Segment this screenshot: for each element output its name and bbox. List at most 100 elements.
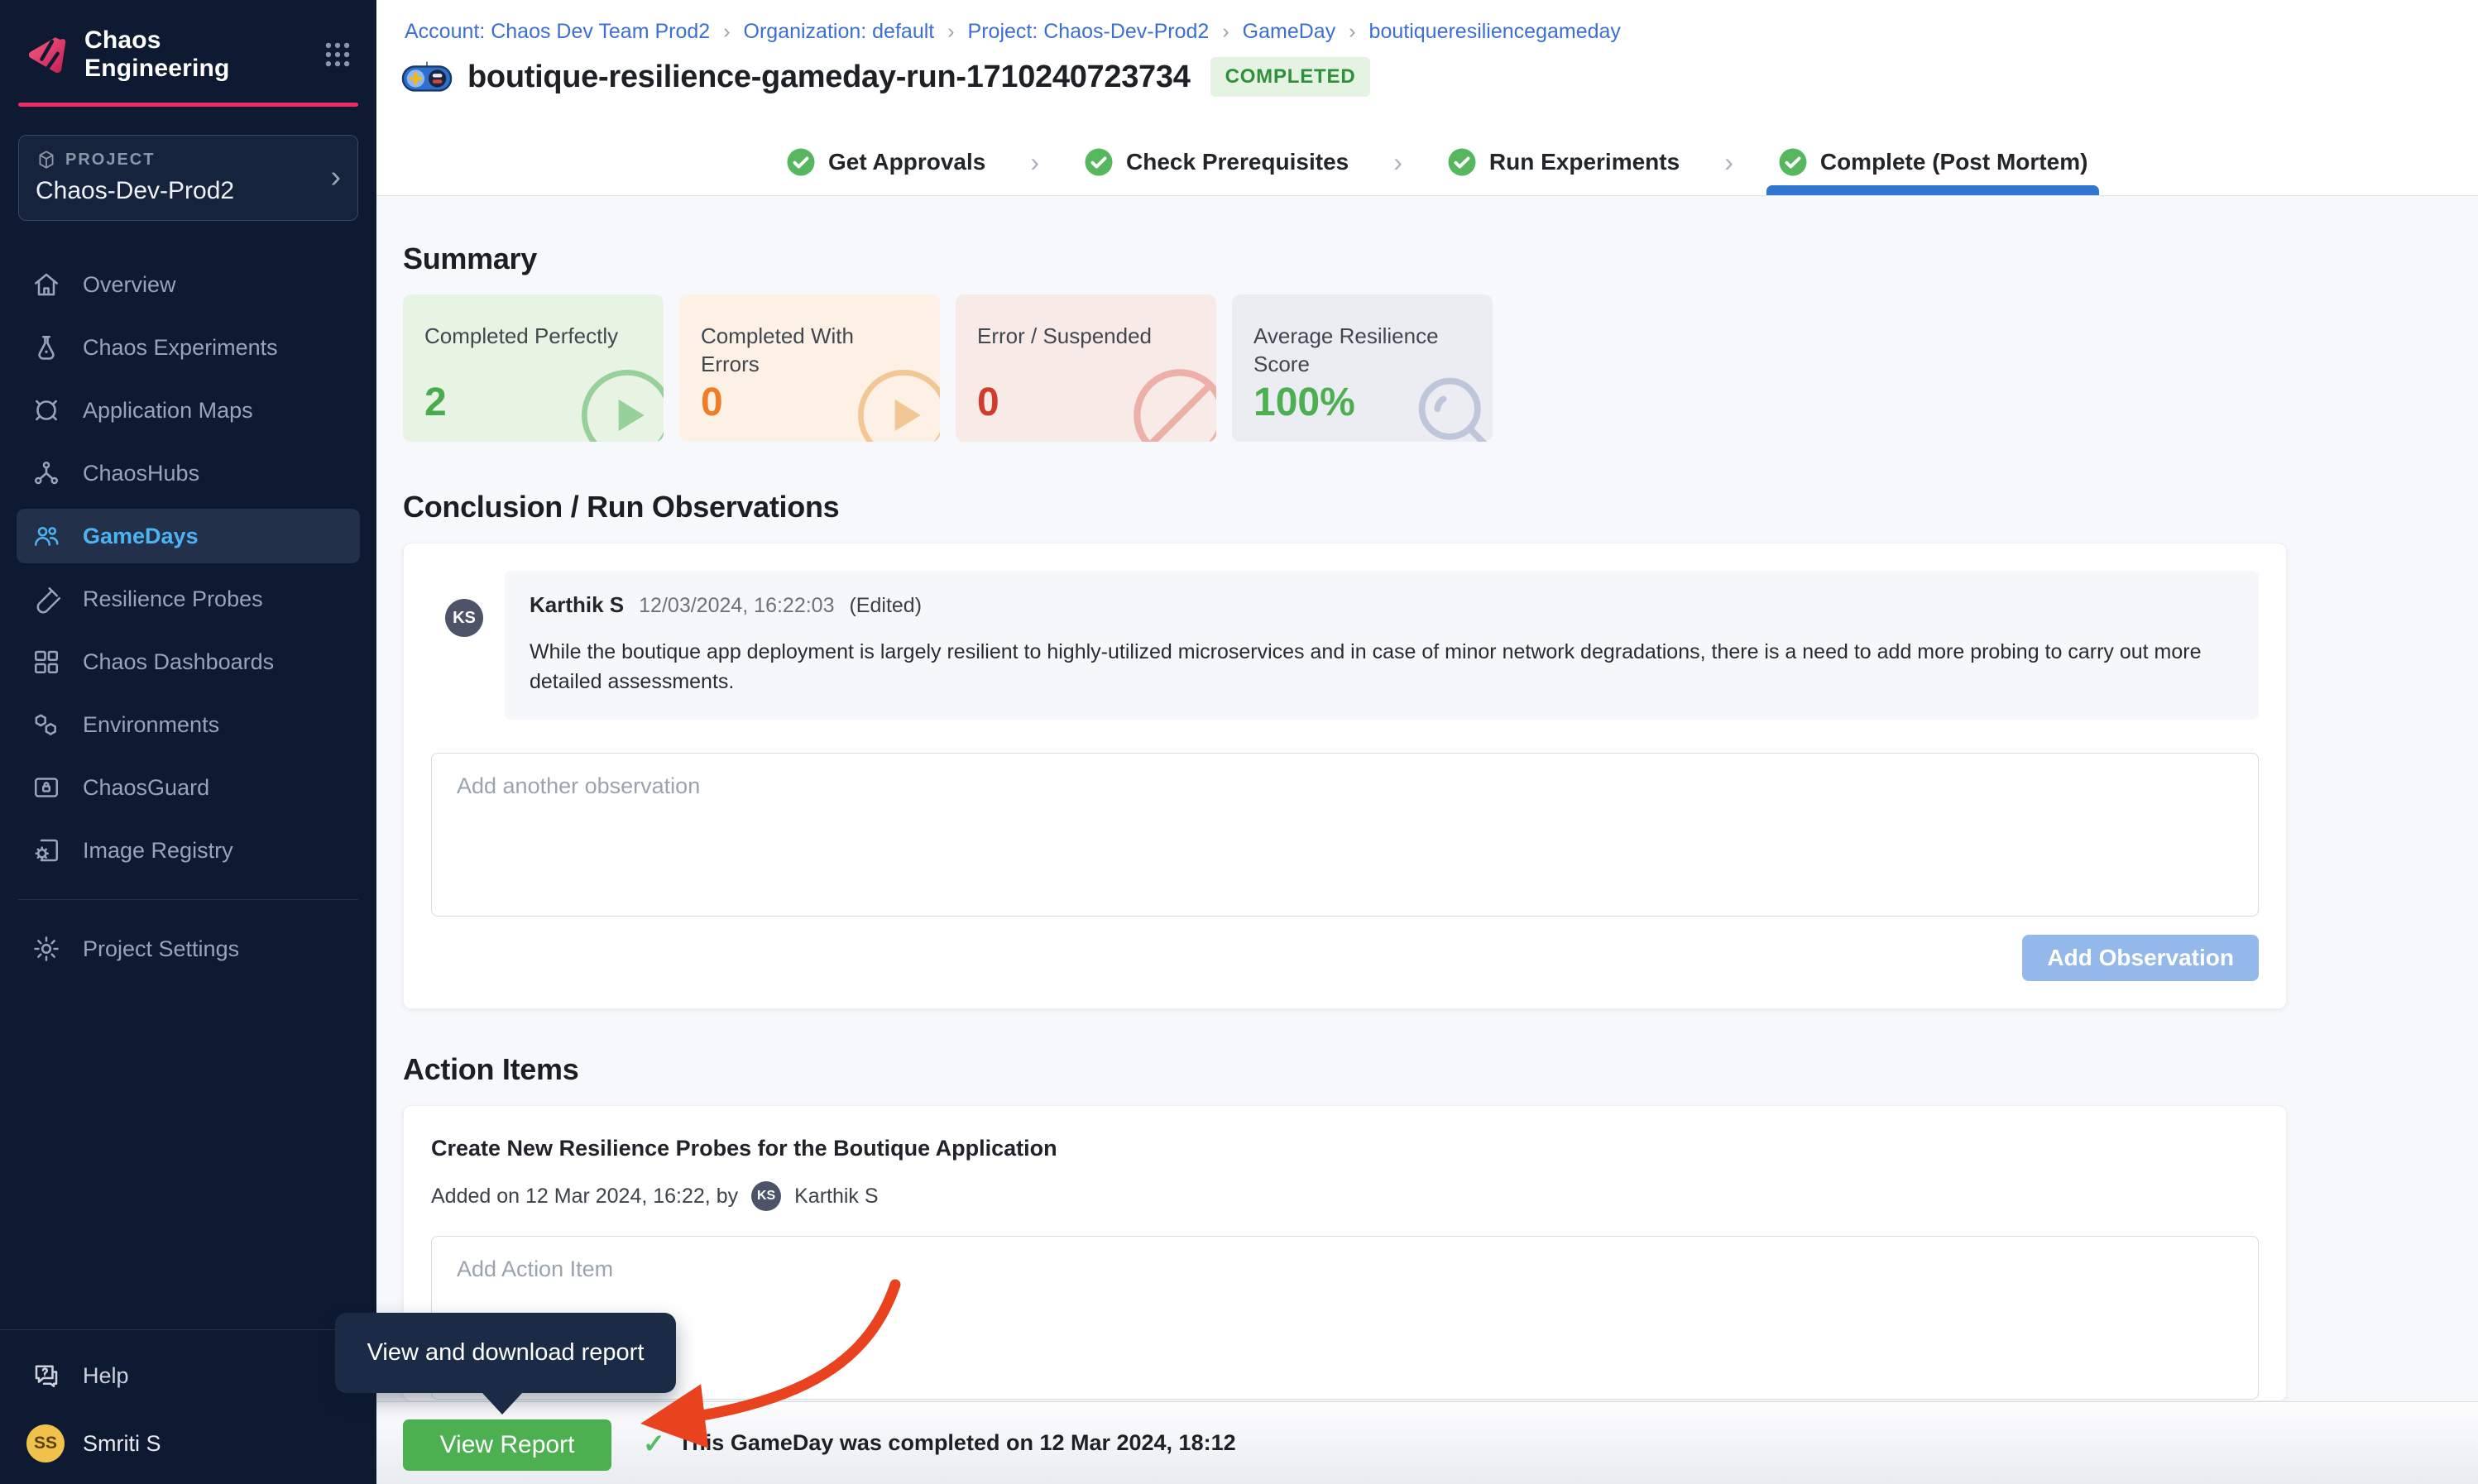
sidebar-item-application-maps[interactable]: Application Maps bbox=[17, 383, 360, 438]
apps-grid-icon[interactable] bbox=[322, 39, 353, 70]
comment-box: Karthik S 12/03/2024, 16:22:03 (Edited) … bbox=[505, 571, 2259, 720]
card-value: 2 bbox=[424, 380, 447, 425]
check-circle-icon bbox=[1447, 147, 1477, 177]
action-items-panel: Create New Resilience Probes for the Bou… bbox=[403, 1105, 2287, 1401]
step-check-prerequisites[interactable]: Check Prerequisites bbox=[1077, 129, 1355, 195]
project-label: PROJECT bbox=[65, 151, 155, 170]
step-complete-post-mortem[interactable]: Complete (Post Mortem) bbox=[1771, 129, 2095, 195]
breadcrumb-gameday[interactable]: GameDay bbox=[1243, 20, 1336, 44]
step-label: Run Experiments bbox=[1489, 149, 1680, 175]
test-tube-icon bbox=[31, 584, 61, 614]
chat-help-icon bbox=[31, 1361, 61, 1391]
cube-icon bbox=[36, 149, 57, 170]
sidebar-item-label: Application Maps bbox=[83, 398, 253, 424]
view-report-button[interactable]: View Report bbox=[403, 1419, 611, 1471]
avatar: SS bbox=[26, 1424, 65, 1462]
sidebar-item-resilience-probes[interactable]: Resilience Probes bbox=[17, 572, 360, 626]
completion-status: ✓ This GameDay was completed on 12 Mar 2… bbox=[643, 1402, 1236, 1484]
sidebar-item-label: GameDays bbox=[83, 524, 199, 549]
observation-input[interactable] bbox=[431, 753, 2259, 917]
comment-edited-flag: (Edited) bbox=[849, 594, 922, 618]
completion-status-text: This GameDay was completed on 12 Mar 202… bbox=[678, 1430, 1236, 1456]
magnifier-icon bbox=[1405, 364, 1493, 442]
observations-heading: Conclusion / Run Observations bbox=[403, 490, 2287, 524]
chevron-sep-icon: › bbox=[1222, 20, 1229, 44]
add-observation-button[interactable]: Add Observation bbox=[2022, 935, 2259, 981]
breadcrumb-organization[interactable]: Organization: default bbox=[744, 20, 935, 44]
sidebar-item-chaos-experiments[interactable]: Chaos Experiments bbox=[17, 320, 360, 375]
chevron-right-icon: › bbox=[330, 161, 341, 193]
gamepad-icon bbox=[401, 60, 453, 94]
chevron-sep-icon: › bbox=[947, 20, 954, 44]
action-item-author: Karthik S bbox=[794, 1185, 878, 1209]
ban-circle-icon bbox=[1129, 364, 1216, 442]
flask-icon bbox=[31, 333, 61, 362]
comment-author: Karthik S bbox=[530, 592, 624, 618]
page-header: Account: Chaos Dev Team Prod2 › Organiza… bbox=[376, 0, 2478, 196]
avatar: KS bbox=[751, 1181, 781, 1211]
sidebar-item-label: Environments bbox=[83, 712, 219, 738]
step-get-approvals[interactable]: Get Approvals bbox=[779, 129, 992, 195]
chevron-sep-icon: › bbox=[723, 20, 730, 44]
sidebar-item-image-registry[interactable]: Image Registry bbox=[17, 823, 360, 878]
sidebar-item-overview[interactable]: Overview bbox=[17, 257, 360, 312]
observations-panel: KS Karthik S 12/03/2024, 16:22:03 (Edite… bbox=[403, 543, 2287, 1009]
sidebar-item-label: ChaosGuard bbox=[83, 775, 209, 801]
target-icon bbox=[31, 395, 61, 425]
card-value: 0 bbox=[977, 380, 999, 425]
user-menu[interactable]: SS Smriti S bbox=[17, 1424, 360, 1462]
home-icon bbox=[31, 270, 61, 299]
sidebar-item-chaoshubs[interactable]: ChaosHubs bbox=[17, 446, 360, 500]
sidebar-item-label: Help bbox=[83, 1363, 129, 1389]
check-circle-icon bbox=[1084, 147, 1114, 177]
card-completed-perfectly: Completed Perfectly 2 bbox=[403, 294, 664, 442]
step-label: Get Approvals bbox=[828, 149, 985, 175]
hexagons-icon bbox=[31, 710, 61, 740]
action-item-meta: Added on 12 Mar 2024, 16:22, by KS Karth… bbox=[431, 1181, 2259, 1211]
people-icon bbox=[31, 521, 61, 551]
tooltip-text: View and download report bbox=[367, 1339, 645, 1367]
sidebar-item-label: Resilience Probes bbox=[83, 586, 263, 612]
sidebar-item-label: Chaos Experiments bbox=[83, 335, 278, 361]
sidebar-item-chaosguard[interactable]: ChaosGuard bbox=[17, 760, 360, 815]
product-title: Chaos Engineering bbox=[84, 26, 305, 83]
project-selector[interactable]: PROJECT Chaos-Dev-Prod2 › bbox=[18, 135, 358, 221]
sidebar-nav: Overview Chaos Experiments Application M… bbox=[0, 257, 376, 878]
card-average-resilience-score: Average Resilience Score 100% bbox=[1232, 294, 1493, 442]
breadcrumb-project[interactable]: Project: Chaos-Dev-Prod2 bbox=[968, 20, 1210, 44]
harness-logo-icon[interactable] bbox=[23, 32, 68, 77]
main-content: Summary Completed Perfectly 2 Completed … bbox=[376, 197, 2478, 1401]
card-label: Completed Perfectly bbox=[424, 323, 619, 351]
chevron-sep-icon: › bbox=[1724, 147, 1733, 178]
action-item-title: Create New Resilience Probes for the Bou… bbox=[431, 1136, 2259, 1161]
check-icon: ✓ bbox=[643, 1428, 665, 1459]
footer-bar: View Report ✓ This GameDay was completed… bbox=[376, 1401, 2478, 1484]
shield-lock-icon bbox=[31, 773, 61, 802]
breadcrumb-account[interactable]: Account: Chaos Dev Team Prod2 bbox=[405, 20, 710, 44]
summary-cards: Completed Perfectly 2 Completed With Err… bbox=[403, 294, 2287, 442]
step-label: Complete (Post Mortem) bbox=[1820, 149, 2088, 175]
accent-rule bbox=[18, 103, 358, 107]
step-run-experiments[interactable]: Run Experiments bbox=[1440, 129, 1686, 195]
breadcrumb-run[interactable]: boutiqueresiliencegameday bbox=[1369, 20, 1621, 44]
dashboard-icon bbox=[31, 647, 61, 677]
play-circle-icon bbox=[852, 364, 940, 442]
sidebar-item-help[interactable]: Help bbox=[17, 1348, 360, 1403]
sidebar-item-project-settings[interactable]: Project Settings bbox=[17, 922, 360, 976]
sidebar-item-gamedays[interactable]: GameDays bbox=[17, 509, 360, 563]
action-item-input[interactable] bbox=[431, 1236, 2259, 1400]
gear-icon bbox=[31, 934, 61, 964]
sidebar-item-label: Project Settings bbox=[83, 936, 239, 962]
stage-stepper: Get Approvals › Check Prerequisites › Ru… bbox=[779, 129, 2094, 195]
card-value: 0 bbox=[701, 380, 723, 425]
view-report-tooltip: View and download report bbox=[335, 1313, 676, 1393]
sidebar-item-environments[interactable]: Environments bbox=[17, 697, 360, 752]
summary-heading: Summary bbox=[403, 242, 2287, 276]
comment-body: While the boutique app deployment is lar… bbox=[530, 638, 2234, 697]
sidebar-item-label: Overview bbox=[83, 272, 176, 298]
box-gear-icon bbox=[31, 835, 61, 865]
page-title: boutique-resilience-gameday-run-17102407… bbox=[467, 60, 1191, 95]
sidebar-item-chaos-dashboards[interactable]: Chaos Dashboards bbox=[17, 634, 360, 689]
sidebar-item-label: Image Registry bbox=[83, 838, 233, 864]
step-label: Check Prerequisites bbox=[1126, 149, 1349, 175]
